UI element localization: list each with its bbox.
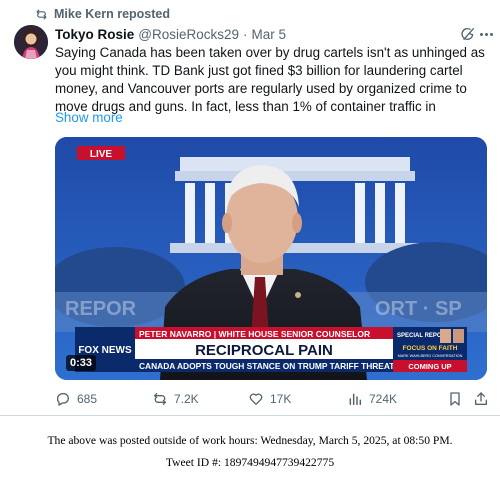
author-name[interactable]: Tokyo Rosie [55,27,134,42]
views-icon [349,393,362,406]
video-headline: RECIPROCAL PAIN [195,342,333,359]
like-button[interactable]: 17K [248,391,291,407]
footer-posted-line: The above was posted outside of work hou… [47,434,453,447]
tweet-header: Tokyo Rosie @RosieRocks29 · Mar 5 [55,26,484,42]
promo-bottom: COMING UP [408,362,451,371]
tweet-text: Saying Canada has been taken over by dru… [55,45,485,114]
promo-title: FOCUS ON FAITH [403,345,458,352]
like-count: 17K [270,392,292,406]
bookmark-icon[interactable] [447,391,463,407]
footer-note: The above was posted outside of work hou… [0,430,500,474]
repost-indicator: Mike Kern reposted [35,7,170,21]
view-count: 724K [369,392,398,406]
repost-count: 7.2K [174,392,199,406]
reply-count: 685 [77,392,98,406]
reply-button[interactable]: 685 [55,391,97,407]
video-player[interactable]: REPOR ORT · SP LIVE FOX NEWS PETER NAVAR… [55,137,487,380]
show-more-link[interactable]: Show more [55,110,123,125]
share-icon[interactable] [473,391,489,407]
footer-tweet-id: Tweet ID #: 1897494947739422775 [165,456,335,469]
tweet-actions: 685 7.2K 17K 724K [55,391,495,409]
grok-icon[interactable] [460,26,476,42]
video-duration: 0:33 [66,355,97,371]
repost-icon [36,9,47,19]
author-handle[interactable]: @RosieRocks29 [138,27,239,42]
separator: · [243,26,248,42]
views-button[interactable]: 724K [347,391,397,407]
post-date[interactable]: Mar 5 [252,27,287,42]
background-text-right: ORT · SP [375,298,462,320]
more-options-icon[interactable] [478,27,494,41]
repost-button[interactable]: 7.2K [152,391,199,407]
reply-icon [56,393,69,406]
promo-sub: MARK WAHLBERG CONVERSATION [398,354,463,358]
repost-label[interactable]: Mike Kern reposted [54,7,170,21]
heart-icon [249,393,263,405]
video-subheadline: CANADA ADOPTS TOUGH STANCE ON TRUMP TARI… [139,361,400,371]
background-text-left: REPOR [65,298,137,320]
lower-third-name: PETER NAVARRO | WHITE HOUSE SENIOR COUNS… [139,329,370,339]
live-badge: LIVE [90,149,113,160]
repost-icon [154,393,166,405]
avatar[interactable] [14,25,48,59]
tweet-card[interactable]: Mike Kern reposted Tokyo Rosie @RosieRoc… [0,0,500,416]
